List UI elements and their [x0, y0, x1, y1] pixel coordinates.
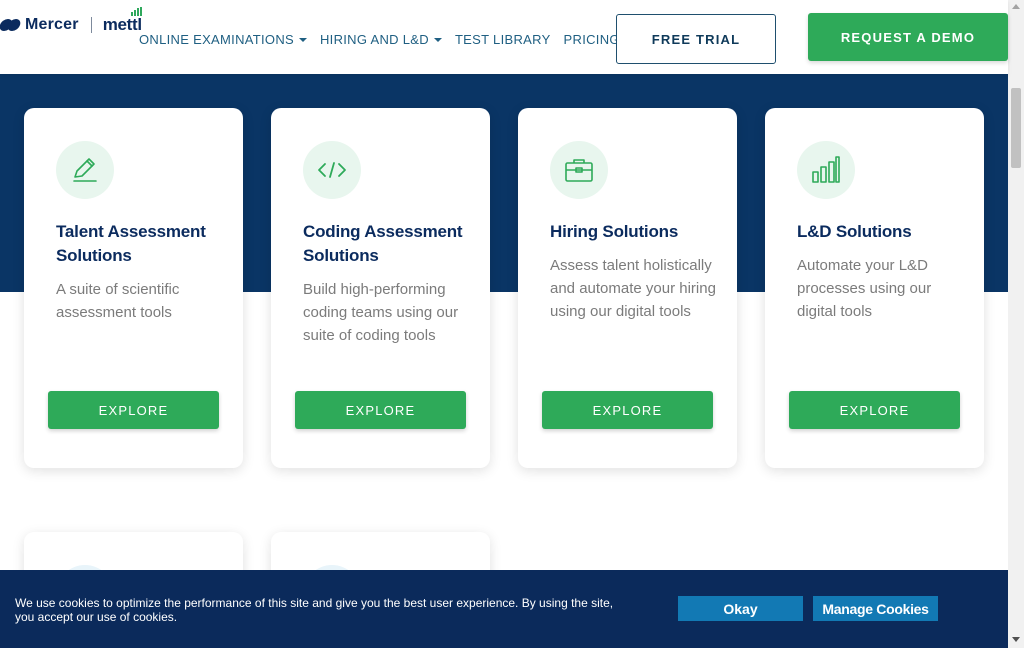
- main-nav: ONLINE EXAMINATIONS HIRING AND L&D TEST …: [139, 32, 633, 47]
- scrollbar-thumb[interactable]: [1011, 88, 1021, 168]
- nav-test-library[interactable]: TEST LIBRARY: [455, 32, 551, 47]
- manage-cookies-button[interactable]: Manage Cookies: [813, 596, 938, 621]
- free-trial-button[interactable]: FREE TRIAL: [616, 14, 776, 64]
- chevron-down-icon: [433, 37, 442, 42]
- logo-mettl-text: mettl: [102, 7, 142, 35]
- card-title: Hiring Solutions: [550, 222, 679, 241]
- logo-mercer-text: Mercer: [25, 16, 79, 33]
- card-coding-assessment: Coding Assessment Solutions Build high-p…: [271, 108, 490, 468]
- nav-label: HIRING AND L&D: [319, 32, 429, 47]
- cookie-message: We use cookies to optimize the performan…: [15, 596, 614, 624]
- scroll-up-arrow-icon[interactable]: [1012, 4, 1020, 9]
- page-scrollbar[interactable]: [1008, 0, 1024, 648]
- nav-online-examinations[interactable]: ONLINE EXAMINATIONS: [139, 32, 307, 47]
- explore-button[interactable]: EXPLORE: [542, 391, 713, 429]
- card-talent-assessment: Talent Assessment Solutions A suite of s…: [24, 108, 243, 468]
- scroll-down-arrow-icon[interactable]: [1012, 637, 1020, 642]
- mercer-mettl-logo[interactable]: Mercer mettl: [0, 7, 142, 38]
- cookie-banner: We use cookies to optimize the performan…: [0, 570, 1008, 648]
- nav-label: TEST LIBRARY: [454, 32, 551, 47]
- bar-chart-icon: [797, 141, 855, 199]
- logo-separator: [90, 17, 92, 33]
- card-title: L&D Solutions: [797, 222, 912, 241]
- briefcase-icon: [550, 141, 608, 199]
- nav-pricing[interactable]: PRICING: [564, 32, 620, 47]
- card-ld-solutions: L&D Solutions Automate your L&D processe…: [765, 108, 984, 468]
- card-description: Automate your L&D processes using our di…: [797, 257, 932, 320]
- card-hiring-solutions: Hiring Solutions Assess talent holistica…: [518, 108, 737, 468]
- explore-button[interactable]: EXPLORE: [789, 391, 960, 429]
- explore-button[interactable]: EXPLORE: [295, 391, 466, 429]
- request-demo-button[interactable]: REQUEST A DEMO: [808, 13, 1008, 61]
- nav-label: ONLINE EXAMINATIONS: [139, 32, 294, 47]
- logo-mettl-word: mettl: [102, 15, 142, 34]
- chevron-down-icon: [298, 37, 307, 42]
- pencil-icon: [56, 141, 114, 199]
- code-icon: [303, 141, 361, 199]
- card-title: Coding Assessment Solutions: [303, 222, 463, 265]
- site-header: Mercer mettl ONLINE EXAMINATIONS HIRING …: [0, 0, 1008, 74]
- nav-hiring-and-ld[interactable]: HIRING AND L&D: [320, 32, 442, 47]
- card-description: Build high-performing coding teams using…: [303, 281, 459, 344]
- nav-label: PRICING: [563, 32, 620, 47]
- card-title: Talent Assessment Solutions: [56, 222, 206, 265]
- cookie-okay-button[interactable]: Okay: [678, 596, 803, 621]
- mercer-logo-mark: [0, 19, 22, 31]
- card-description: A suite of scientific assessment tools: [56, 281, 180, 321]
- mettl-bars-icon: [130, 7, 142, 16]
- card-description: Assess talent holistically and automate …: [550, 257, 716, 320]
- explore-button[interactable]: EXPLORE: [48, 391, 219, 429]
